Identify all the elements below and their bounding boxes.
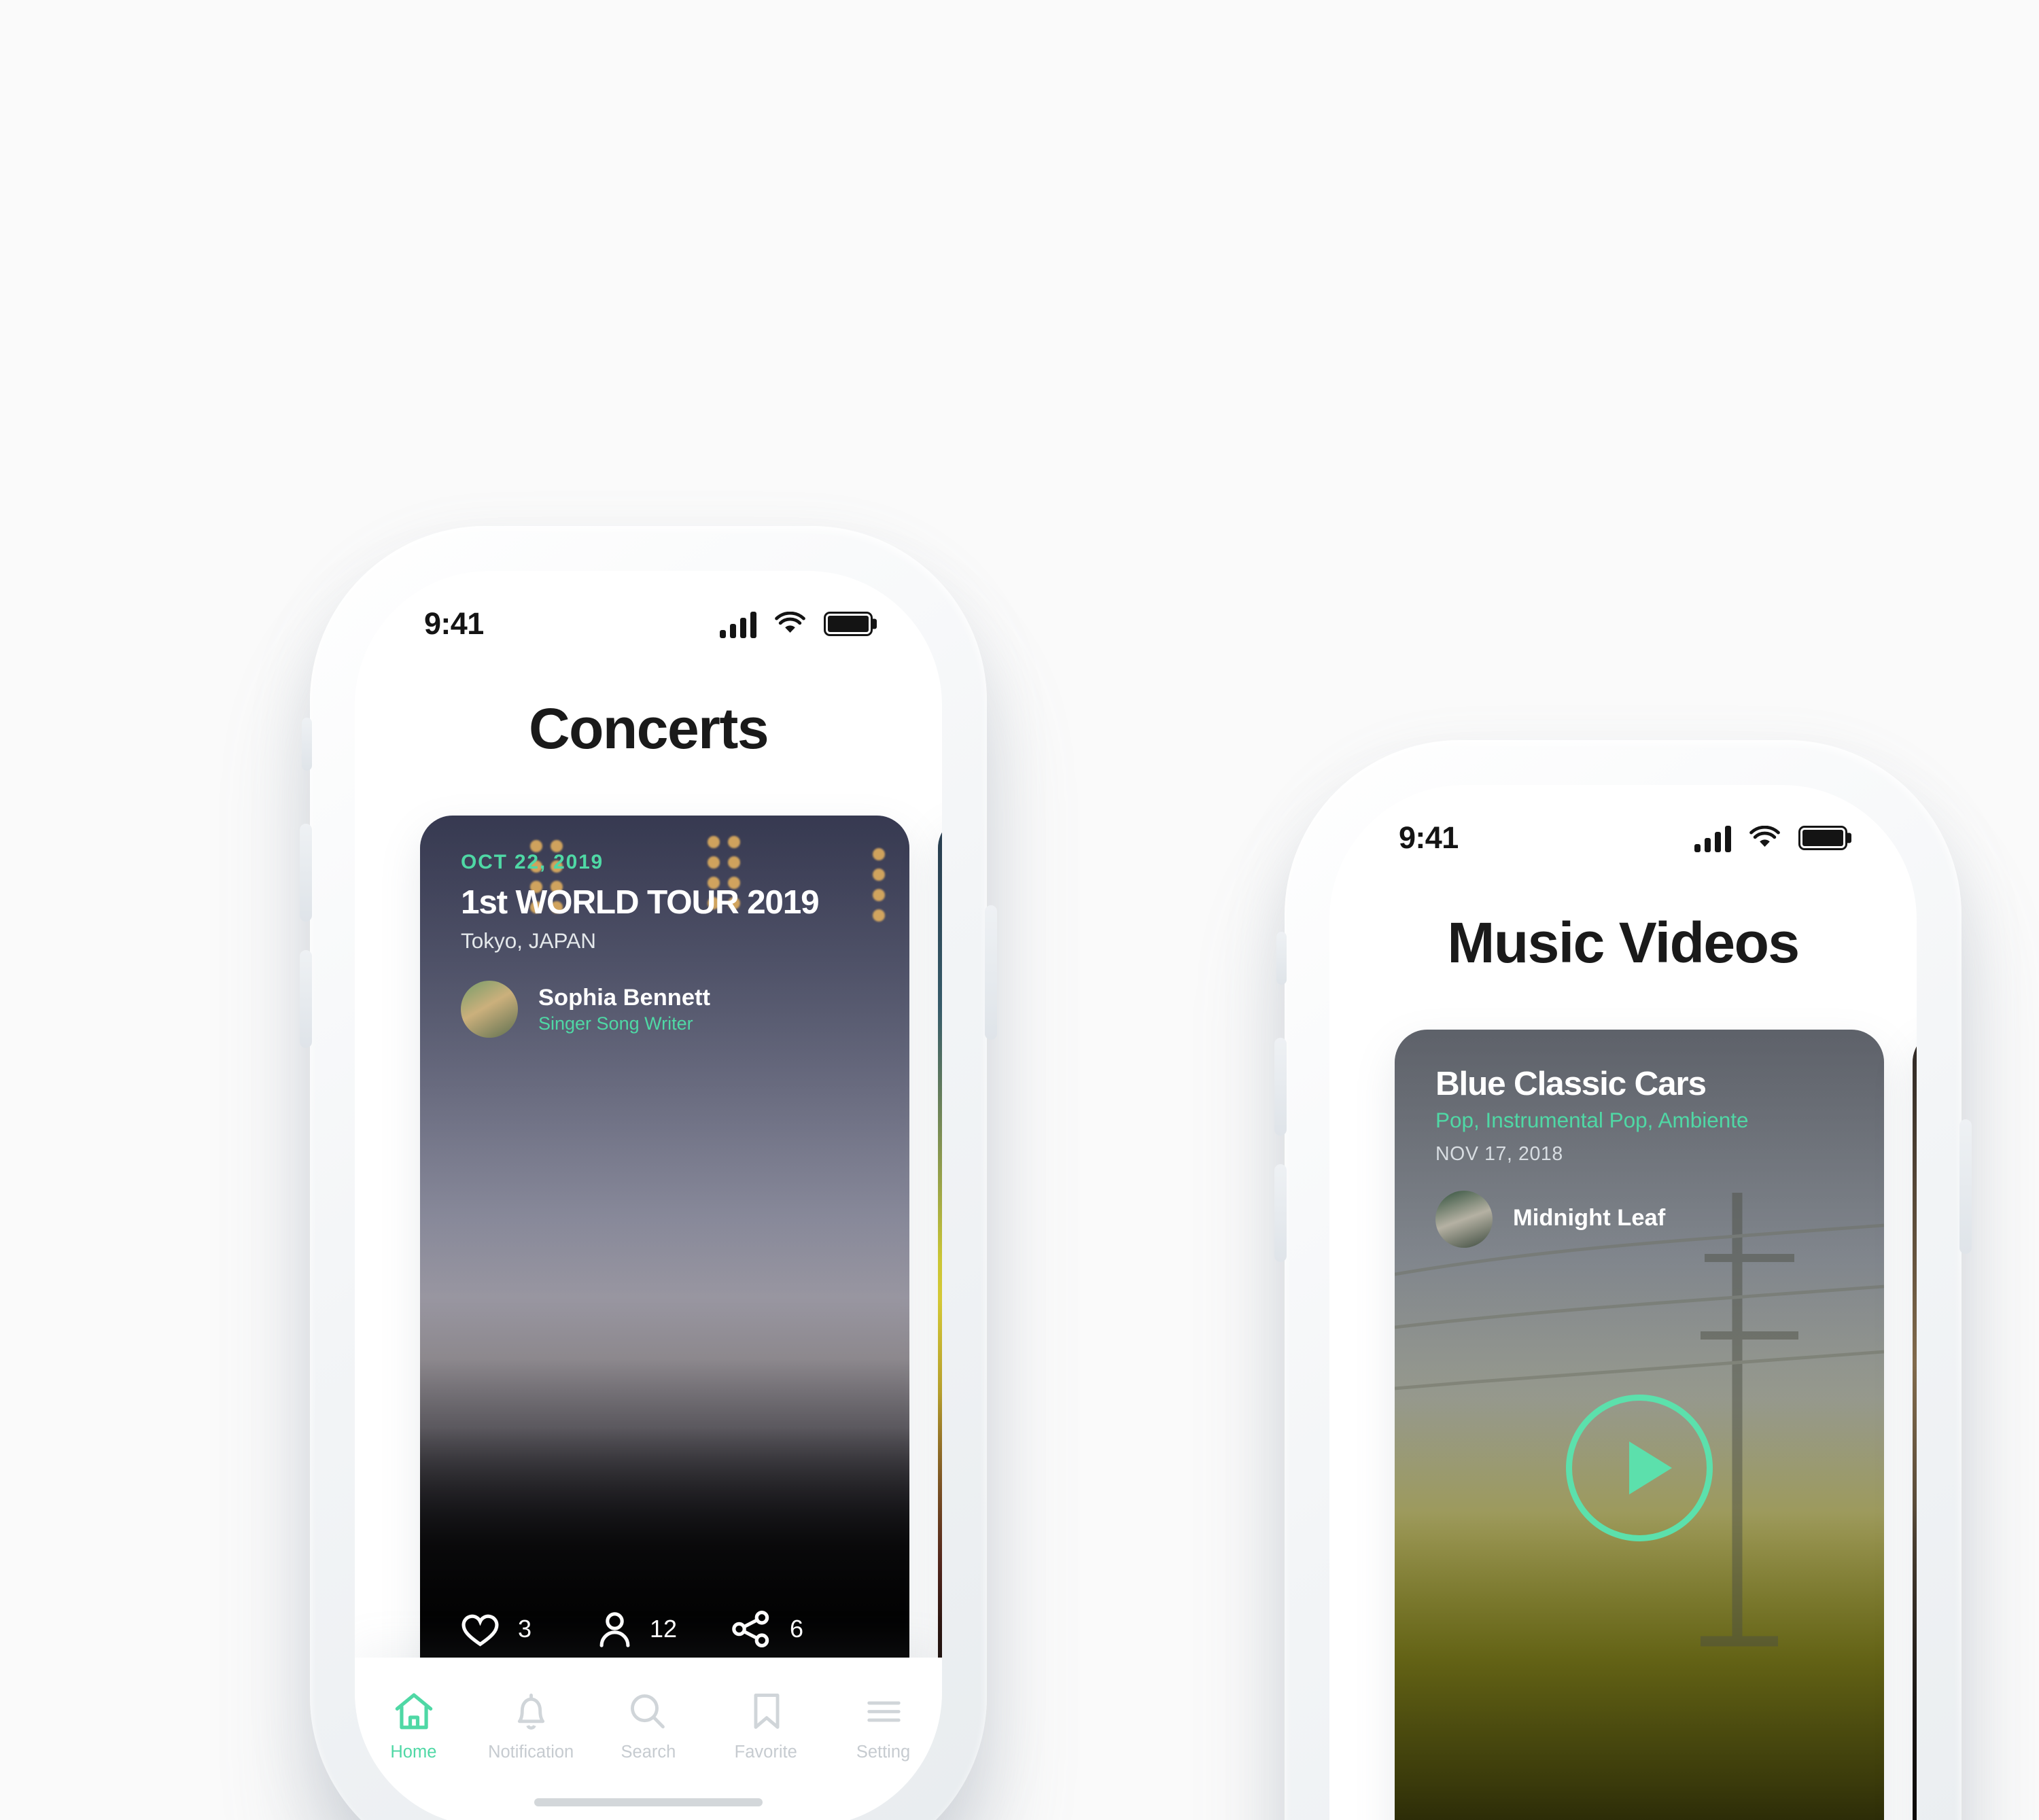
battery-icon (1798, 826, 1847, 850)
status-time: 9:41 (1399, 820, 1459, 856)
phone1-screen: 9:41 Concerts OCT 22, 2019 1st WORLD TOU… (355, 571, 942, 1820)
cellular-signal-icon (1694, 824, 1731, 852)
play-button[interactable] (1566, 1395, 1713, 1541)
concert-title: 1st WORLD TOUR 2019 (461, 885, 820, 922)
tab-setting-label: Setting (856, 1741, 911, 1762)
attendee-stat[interactable]: 12 (597, 1611, 733, 1647)
share-stat[interactable]: 6 (733, 1611, 869, 1647)
like-stat[interactable]: 3 (461, 1612, 597, 1647)
bell-icon (517, 1694, 544, 1730)
status-icon-group (720, 610, 873, 637)
hamburger-icon (867, 1701, 900, 1722)
tab-setting[interactable]: Setting (824, 1690, 942, 1762)
person-icon (599, 1612, 629, 1647)
phone1-volume-down (300, 950, 312, 1048)
phone2-card-rail[interactable]: Blue Classic Cars Pop, Instrumental Pop,… (1329, 1030, 1917, 1820)
battery-icon (824, 612, 873, 636)
tab-notification-label: Notification (488, 1741, 574, 1762)
concert-artist[interactable]: Sophia Bennett Singer Song Writer (461, 981, 869, 1038)
avatar (461, 981, 518, 1038)
search-icon (631, 1694, 666, 1729)
attendee-count: 12 (650, 1615, 678, 1643)
tab-home[interactable]: Home (355, 1690, 472, 1762)
phone1-tab-bar: Home Notification Search Favorite Settin… (355, 1658, 942, 1820)
page-title: Music Videos (1447, 911, 1800, 975)
home-icon (395, 1693, 432, 1730)
phone1-status-bar: 9:41 (355, 571, 942, 677)
tab-favorite[interactable]: Favorite (707, 1690, 824, 1762)
wifi-icon (1749, 826, 1780, 847)
phone2-volume-up (1274, 1038, 1287, 1136)
video-artist[interactable]: Midnight Leaf (1435, 1191, 1843, 1248)
like-count: 3 (518, 1615, 532, 1643)
phone2-power-button (1959, 1119, 1972, 1254)
phone1-power-button (985, 905, 997, 1040)
tab-home-label: Home (390, 1741, 437, 1762)
artist-name: Sophia Bennett (538, 985, 711, 1011)
phone1-mute-switch (302, 718, 312, 771)
artist-name: Midnight Leaf (1513, 1207, 1666, 1231)
home-indicator[interactable] (534, 1798, 763, 1806)
status-icon-group (1694, 824, 1847, 852)
status-time: 9:41 (424, 606, 484, 642)
phone1-volume-up (300, 824, 312, 922)
phone2-volume-down (1274, 1164, 1287, 1262)
video-card[interactable]: Blue Classic Cars Pop, Instrumental Pop,… (1395, 1030, 1884, 1820)
tab-search[interactable]: Search (590, 1690, 708, 1762)
wifi-icon (775, 612, 805, 633)
phone2-status-bar: 9:41 (1329, 785, 1917, 891)
video-date: NOV 17, 2018 (1435, 1144, 1563, 1166)
concert-card[interactable]: OCT 22, 2019 1st WORLD TOUR 2019 Tokyo, … (420, 816, 909, 1692)
heart-icon (461, 1613, 499, 1646)
phone-music-videos: 9:41 Music Videos Blue Classic Cars Pop,… (1274, 740, 1972, 1820)
artist-role: Singer Song Writer (538, 1012, 693, 1033)
tab-notification[interactable]: Notification (472, 1690, 590, 1762)
tab-list: Home Notification Search Favorite Settin… (355, 1690, 942, 1762)
avatar (1435, 1191, 1493, 1248)
share-icon (733, 1611, 770, 1647)
concert-date: OCT 22, 2019 (461, 852, 604, 875)
video-genre: Pop, Instrumental Pop, Ambiente (1435, 1109, 1749, 1134)
cellular-signal-icon (720, 610, 756, 637)
phone2-mute-switch (1276, 932, 1287, 985)
phone1-card-rail[interactable]: OCT 22, 2019 1st WORLD TOUR 2019 Tokyo, … (355, 816, 942, 1692)
video-title: Blue Classic Cars (1435, 1066, 1707, 1103)
bookmark-icon (753, 1694, 779, 1729)
tab-favorite-label: Favorite (734, 1741, 797, 1762)
mockup-canvas: 9:41 Concerts OCT 22, 2019 1st WORLD TOU… (0, 0, 2039, 1820)
share-count: 6 (790, 1615, 804, 1643)
phone-concerts: 9:41 Concerts OCT 22, 2019 1st WORLD TOU… (300, 526, 997, 1820)
tab-search-label: Search (621, 1741, 676, 1762)
concert-location: Tokyo, JAPAN (461, 930, 596, 954)
page-title: Concerts (528, 697, 769, 760)
play-icon (1630, 1441, 1673, 1494)
phone2-screen: 9:41 Music Videos Blue Classic Cars Pop,… (1329, 785, 1917, 1820)
concert-card-next[interactable]: OCT 27, 2019 SOUND PARADE Yokohama, JAPA… (938, 816, 942, 1692)
video-card-next[interactable]: Forest Abstract NOV 21, 2018 (1913, 1030, 1917, 1820)
